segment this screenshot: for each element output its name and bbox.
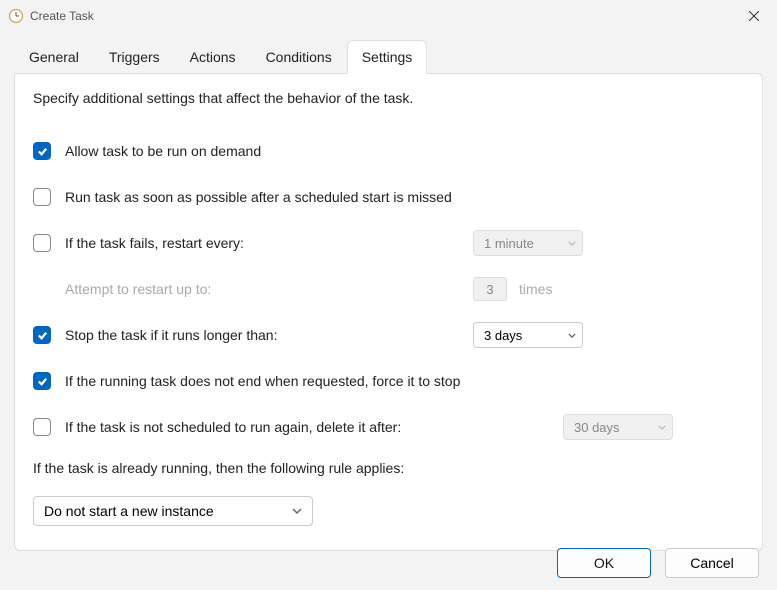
allow-on-demand-label: Allow task to be run on demand xyxy=(65,143,261,159)
chevron-down-icon xyxy=(292,503,302,519)
cancel-button-label: Cancel xyxy=(690,555,734,571)
force-stop-label: If the running task does not end when re… xyxy=(65,373,460,389)
tab-settings[interactable]: Settings xyxy=(347,40,428,74)
force-stop-checkbox[interactable] xyxy=(33,372,51,390)
stop-duration-select[interactable]: 3 days xyxy=(473,322,583,348)
settings-panel: Specify additional settings that affect … xyxy=(14,73,763,551)
tab-conditions[interactable]: Conditions xyxy=(251,40,347,74)
stop-longer-checkbox[interactable] xyxy=(33,326,51,344)
allow-on-demand-checkbox[interactable] xyxy=(33,142,51,160)
chevron-down-icon xyxy=(568,236,576,251)
restart-interval-select: 1 minute xyxy=(473,230,583,256)
delete-after-checkbox[interactable] xyxy=(33,418,51,436)
clock-icon xyxy=(8,8,24,24)
rule-value: Do not start a new instance xyxy=(44,503,214,519)
chevron-down-icon xyxy=(658,420,666,435)
restart-every-label: If the task fails, restart every: xyxy=(65,235,244,251)
attempt-restart-label: Attempt to restart up to: xyxy=(65,281,211,297)
run-asap-label: Run task as soon as possible after a sch… xyxy=(65,189,452,205)
run-asap-checkbox[interactable] xyxy=(33,188,51,206)
close-button[interactable] xyxy=(731,0,777,32)
attempt-count-input: 3 xyxy=(473,277,507,301)
settings-description: Specify additional settings that affect … xyxy=(33,90,744,106)
tab-strip: General Triggers Actions Conditions Sett… xyxy=(14,40,763,74)
attempt-times-label: times xyxy=(519,281,552,297)
window-title: Create Task xyxy=(30,9,94,23)
chevron-down-icon xyxy=(568,328,576,343)
ok-button-label: OK xyxy=(594,555,614,571)
cancel-button[interactable]: Cancel xyxy=(665,548,759,578)
rule-select[interactable]: Do not start a new instance xyxy=(33,496,313,526)
rule-applies-label: If the task is already running, then the… xyxy=(33,460,744,476)
restart-every-checkbox[interactable] xyxy=(33,234,51,252)
delete-after-label: If the task is not scheduled to run agai… xyxy=(65,419,401,435)
attempt-count-value: 3 xyxy=(486,282,493,297)
close-icon xyxy=(749,11,759,21)
ok-button[interactable]: OK xyxy=(557,548,651,578)
delete-after-value: 30 days xyxy=(574,420,620,435)
title-bar: Create Task xyxy=(0,0,777,32)
check-icon xyxy=(37,146,48,157)
tab-general[interactable]: General xyxy=(14,40,94,74)
restart-interval-value: 1 minute xyxy=(484,236,534,251)
check-icon xyxy=(37,330,48,341)
tab-actions[interactable]: Actions xyxy=(175,40,251,74)
tab-triggers[interactable]: Triggers xyxy=(94,40,175,74)
check-icon xyxy=(37,376,48,387)
stop-longer-label: Stop the task if it runs longer than: xyxy=(65,327,277,343)
stop-duration-value: 3 days xyxy=(484,328,522,343)
dialog-footer: OK Cancel xyxy=(557,548,759,578)
delete-after-select: 30 days xyxy=(563,414,673,440)
